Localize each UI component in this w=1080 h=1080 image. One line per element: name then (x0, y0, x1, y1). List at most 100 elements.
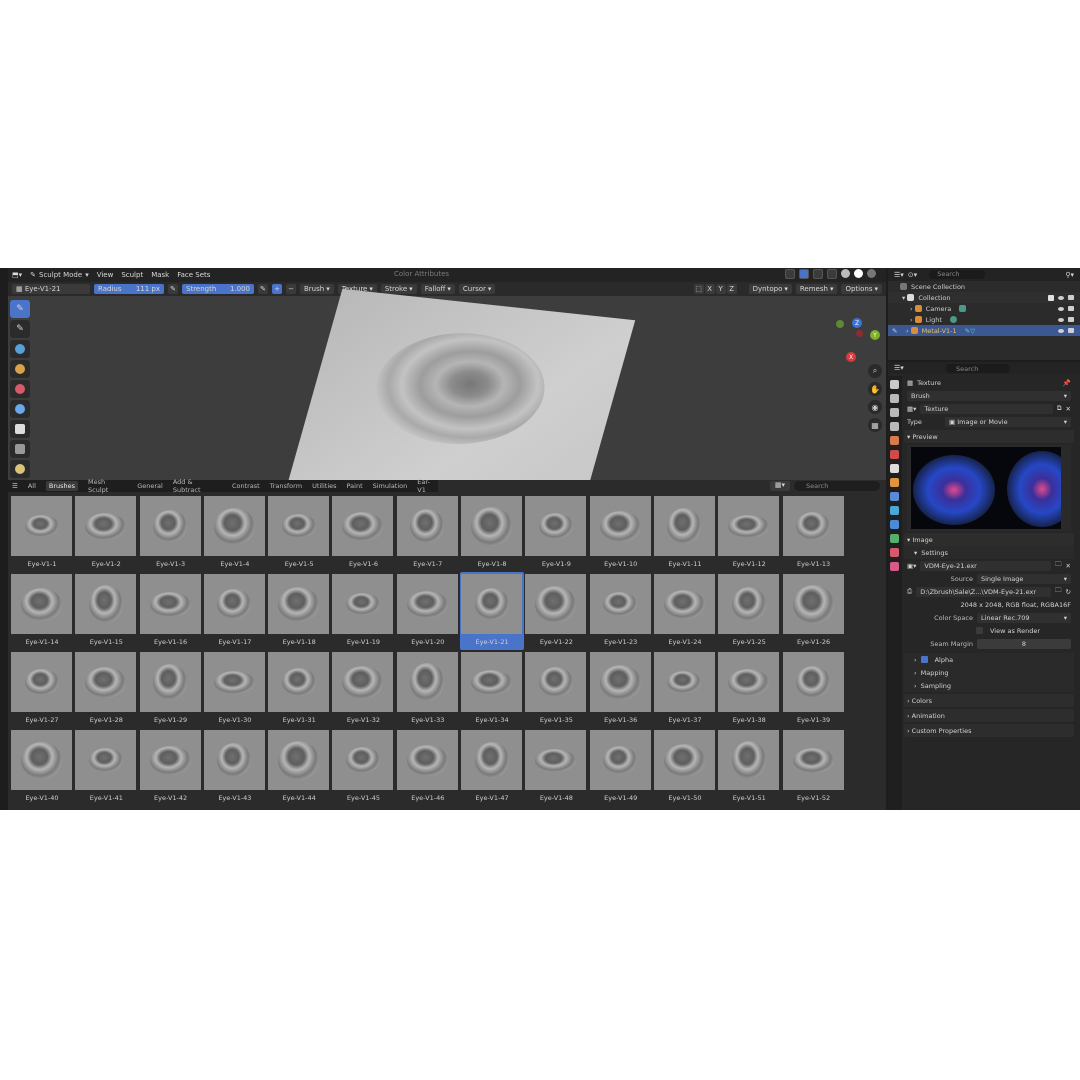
image-panel-header[interactable]: ▾ Image (904, 533, 1074, 546)
navigation-gizmo[interactable]: Z Y X (834, 314, 884, 366)
data-tab-icon[interactable] (890, 534, 899, 543)
symmetry-lock-icon[interactable]: ⬚ (693, 284, 704, 294)
tab-contrast[interactable]: Contrast (232, 482, 260, 490)
tab-mesh-sculpt[interactable]: Mesh Sculpt (88, 478, 127, 494)
outliner-row-camera[interactable]: › Camera (888, 303, 1080, 314)
brush-asset-item[interactable]: Eye-V1-49 (589, 728, 653, 806)
folder-icon[interactable]: 🗀 (1055, 586, 1062, 597)
face-set-tool[interactable] (10, 400, 30, 418)
stroke-popover[interactable]: Stroke ▾ (380, 284, 417, 294)
brush-asset-item[interactable]: Eye-V1-14 (10, 572, 74, 650)
brush-asset-item[interactable]: Eye-V1-33 (396, 650, 460, 728)
mapping-subpanel-header[interactable]: › Mapping (904, 666, 1074, 679)
tool-tab-icon[interactable] (890, 380, 899, 389)
tab-add-subtract[interactable]: Add & Subtract (173, 478, 222, 494)
type-dropdown[interactable]: ▣ Image or Movie ▾ (945, 416, 1071, 427)
physics-tab-icon[interactable] (890, 520, 899, 529)
brush-asset-item[interactable]: Eye-V1-52 (782, 728, 846, 806)
brush-asset-item[interactable]: Eye-V1-40 (10, 728, 74, 806)
eye-icon[interactable] (1058, 317, 1064, 322)
properties-editor-icon[interactable]: ☰▾ (894, 364, 904, 372)
camera-view-icon[interactable]: ◉ (868, 400, 882, 414)
brush-asset-item[interactable]: Eye-V1-32 (331, 650, 395, 728)
brush-asset-item[interactable]: Eye-V1-16 (139, 572, 203, 650)
brush-asset-item[interactable]: Eye-V1-3 (139, 494, 203, 572)
zoom-icon[interactable]: ⌕ (868, 364, 882, 378)
grid-view-icon[interactable]: ▦ (868, 418, 882, 432)
tab-paint[interactable]: Paint (347, 482, 363, 490)
brush-asset-item[interactable]: Eye-V1-26 (782, 572, 846, 650)
brush-asset-item[interactable]: Eye-V1-19 (331, 572, 395, 650)
tab-all[interactable]: All (28, 482, 36, 490)
display-mode-icon[interactable]: ▦▾ (770, 481, 790, 491)
display-mode-icon[interactable]: ⊙▾ (908, 271, 917, 279)
menu-view[interactable]: View (97, 271, 114, 279)
brush-asset-item[interactable]: Eye-V1-39 (782, 650, 846, 728)
xray-icon[interactable] (827, 269, 837, 279)
falloff-popover[interactable]: Falloff ▾ (420, 284, 455, 294)
brush-asset-item[interactable]: Eye-V1-22 (524, 572, 588, 650)
image-name-field[interactable]: VDM-Eye-21.exr (920, 560, 1052, 571)
pin-icon[interactable]: 📌 (1063, 379, 1071, 387)
gizmo-y-axis[interactable]: Y (870, 330, 880, 340)
brush-asset-item[interactable]: Eye-V1-46 (396, 728, 460, 806)
animation-panel-header[interactable]: › Animation (904, 709, 1074, 722)
modifier-tab-icon[interactable] (890, 492, 899, 501)
mask-tool[interactable] (10, 380, 30, 398)
tab-transform[interactable]: Transform (270, 482, 302, 490)
brush-asset-item[interactable]: Eye-V1-9 (524, 494, 588, 572)
brush-asset-item[interactable]: Eye-V1-30 (203, 650, 267, 728)
colorspace-dropdown[interactable]: Linear Rec.709 ▾ (977, 612, 1071, 623)
brush-asset-item[interactable]: Eye-V1-20 (396, 572, 460, 650)
brush-asset-item[interactable]: Eye-V1-37 (653, 650, 717, 728)
brush-asset-item[interactable]: Eye-V1-36 (589, 650, 653, 728)
brush-asset-item[interactable]: Eye-V1-4 (203, 494, 267, 572)
menu-face-sets[interactable]: Face Sets (177, 271, 210, 279)
outliner-search-input[interactable]: Search (929, 270, 986, 279)
brush-asset-item[interactable]: Eye-V1-38 (717, 650, 781, 728)
gizmo-icon[interactable] (799, 269, 809, 279)
brush-asset-item[interactable]: Eye-V1-29 (139, 650, 203, 728)
view-as-render-checkbox[interactable] (976, 627, 983, 634)
texture-name-field[interactable]: Texture (920, 403, 1053, 414)
brush-asset-item[interactable]: Eye-V1-24 (653, 572, 717, 650)
world-tab-icon[interactable] (890, 450, 899, 459)
outliner-row-light[interactable]: › Light (888, 314, 1080, 325)
gizmo-x-axis[interactable]: X (846, 352, 856, 362)
brush-asset-item[interactable]: Eye-V1-47 (460, 728, 524, 806)
tab-ear-v1[interactable]: Ear-V1 (417, 478, 438, 494)
radius-slider[interactable]: Radius 111 px (94, 284, 164, 294)
unlink-icon[interactable]: ✕ (1066, 405, 1071, 413)
options-popover[interactable]: Options ▾ (841, 284, 882, 294)
axis-z-toggle[interactable]: Z (726, 284, 737, 294)
alpha-checkbox[interactable] (920, 656, 928, 663)
brush-asset-item[interactable]: Eye-V1-15 (74, 572, 138, 650)
add-direction-button[interactable]: + (272, 284, 282, 294)
subtract-direction-button[interactable]: − (286, 284, 296, 294)
unlink-icon[interactable]: ✕ (1066, 562, 1071, 570)
eye-icon[interactable] (1058, 328, 1064, 333)
brush-asset-item[interactable]: Eye-V1-50 (653, 728, 717, 806)
material-shading-icon[interactable] (854, 269, 863, 278)
brush-asset-item[interactable]: Eye-V1-8 (460, 494, 524, 572)
dyntopo-popover[interactable]: Dyntopo ▾ (748, 284, 792, 294)
brush-asset-item[interactable]: Eye-V1-44 (267, 728, 331, 806)
brush-asset-item[interactable]: Eye-V1-25 (717, 572, 781, 650)
seam-margin-field[interactable]: 8 (977, 638, 1071, 649)
paint-tool[interactable] (10, 360, 30, 378)
collection-row[interactable]: ▾ Collection (888, 292, 1080, 303)
brush-asset-item[interactable]: Eye-V1-42 (139, 728, 203, 806)
texture-browse-icon[interactable]: ▦▾ (907, 405, 916, 413)
camera-render-icon[interactable] (1068, 306, 1074, 311)
alpha-subpanel-header[interactable]: › Alpha (904, 653, 1074, 666)
preview-panel-header[interactable]: ▾ Preview (904, 430, 1074, 443)
view-as-render-row[interactable]: View as Render (904, 624, 1074, 637)
pan-hand-icon[interactable]: ✋ (868, 382, 882, 396)
brush-asset-item[interactable]: Eye-V1-28 (74, 650, 138, 728)
scene-tab-icon[interactable] (890, 436, 899, 445)
color-attributes-label[interactable]: Color Attributes (394, 270, 449, 278)
rendered-shading-icon[interactable] (867, 269, 876, 278)
camera-render-icon[interactable] (1068, 328, 1074, 333)
brush-asset-item[interactable]: Eye-V1-12 (717, 494, 781, 572)
brush-asset-item[interactable]: Eye-V1-6 (331, 494, 395, 572)
